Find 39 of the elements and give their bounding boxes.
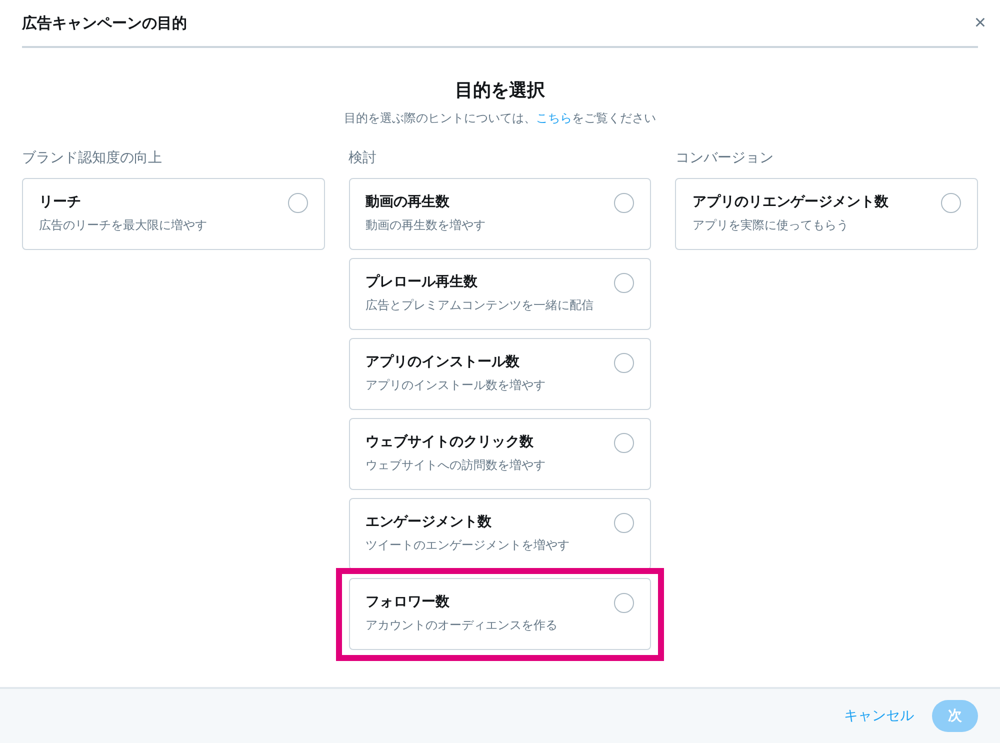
hint-text: 目的を選ぶ際のヒントについては、こちら をご覧ください [344,110,656,127]
objective-card[interactable]: ウェブサイトのクリック数 ウェブサイトへの訪問数を増やす [348,418,652,490]
column-label: 検討 [348,149,378,167]
objective-description: ツイートのエンゲージメントを増やす [366,537,570,554]
objective-card[interactable]: リーチ 広告のリーチを最大限に増やす [22,178,325,250]
radio-button[interactable] [614,193,634,213]
column-label: コンバージョン [675,149,774,167]
column-label: ブランド認知度の向上 [22,149,163,167]
objective-description: ウェブサイトへの訪問数を増やす [366,457,546,474]
objective-description: アプリを実際に使ってもらう [692,217,850,234]
objective-description: 広告とプレミアムコンテンツを一緒に配信 [366,297,594,314]
radio-button[interactable] [614,513,634,533]
objective-title: エンゲージメント数 [366,513,493,531]
objective-card[interactable]: フォロワー数 アカウントのオーディエンスを作る [348,578,652,650]
radio-button[interactable] [614,273,634,293]
objective-card[interactable]: エンゲージメント数 ツイートのエンゲージメントを増やす [348,498,652,570]
objective-title: リーチ [39,193,82,211]
objective-description: アカウントのオーディエンスを作る [366,617,558,634]
objective-title: アプリのリエンゲージメント数 [692,193,888,211]
objective-card[interactable]: アプリのリエンゲージメント数 アプリを実際に使ってもらう [675,178,978,250]
objective-card[interactable]: 動画の再生数 動画の再生数を増やす [348,178,652,250]
objective-description: 動画の再生数を増やす [366,217,486,234]
radio-button[interactable] [614,353,634,373]
dialog-title: 広告キャンペーンの目的 [22,14,187,32]
objective-description: 広告のリーチを最大限に増やす [39,217,207,234]
radio-button[interactable] [288,193,308,213]
objective-title: アプリのインストール数 [366,353,521,371]
close-button[interactable]: × [974,12,986,34]
objective-title: ウェブサイトのクリック数 [366,433,535,451]
objective-card[interactable]: プレロール再生数 広告とプレミアムコンテンツを一緒に配信 [348,258,652,330]
objective-title: 動画の再生数 [366,193,451,211]
objective-description: アプリのインストール数を増やす [366,377,546,394]
section-heading: 目的を選択 [455,79,545,102]
radio-button[interactable] [940,193,961,213]
objective-card[interactable]: アプリのインストール数 アプリのインストール数を増やす [348,338,652,410]
radio-button[interactable] [614,433,634,453]
objective-title: フォロワー数 [366,593,451,611]
radio-button[interactable] [614,593,634,613]
objective-title: プレロール再生数 [366,273,479,291]
